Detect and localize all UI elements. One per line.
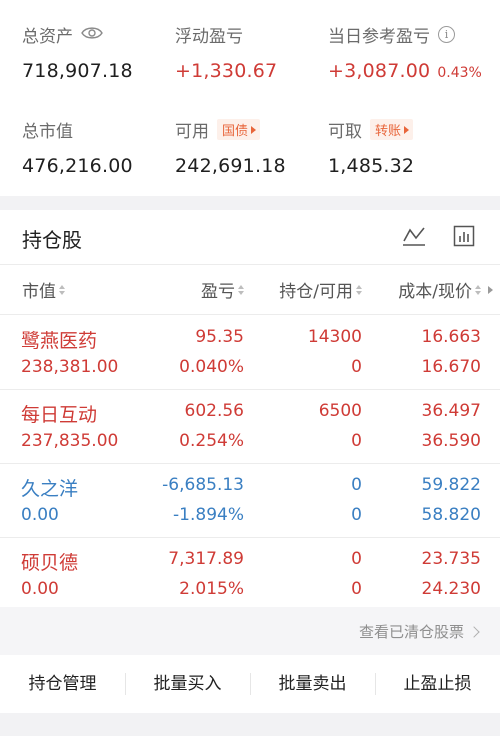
sort-icon bbox=[238, 284, 244, 295]
transfer-tag-label: 转账 bbox=[375, 124, 402, 139]
treasury-bond-tag-label: 国债 bbox=[222, 124, 249, 139]
divider bbox=[0, 264, 500, 265]
holding-row[interactable]: 每日互动 237,835.00 602.56 0.254% 6500 0 36.… bbox=[0, 389, 500, 463]
stock-pl: 7,317.89 bbox=[168, 549, 244, 569]
stock-avail-qty: 0 bbox=[351, 579, 362, 599]
bar-chart-icon[interactable] bbox=[452, 224, 476, 248]
stock-avail-qty: 0 bbox=[351, 431, 362, 451]
today-pl-percent: 0.43% bbox=[437, 65, 482, 81]
total-assets: 总资产 718,907.18 bbox=[22, 22, 133, 82]
withdrawable-value: 1,485.32 bbox=[328, 155, 415, 177]
available-funds: 可用 国债 242,691.18 bbox=[175, 117, 286, 177]
stock-cost: 59.822 bbox=[421, 475, 481, 495]
column-header-market-value[interactable]: 市值 bbox=[22, 277, 65, 302]
account-summary: 总资产 718,907.18 浮动盈亏 +1,330.67 当日参考盈亏 i +… bbox=[0, 0, 500, 196]
holding-row[interactable]: 硕贝德 0.00 7,317.89 2.015% 0 0 23.735 24.2… bbox=[0, 537, 500, 611]
caret-right-icon bbox=[251, 125, 257, 134]
stock-name: 每日互动 bbox=[21, 404, 98, 426]
floating-pl-value: +1,330.67 bbox=[175, 60, 278, 82]
treasury-bond-tag[interactable]: 国债 bbox=[217, 119, 261, 140]
stock-pl-percent: 0.040% bbox=[179, 357, 244, 377]
eye-icon[interactable] bbox=[81, 25, 103, 45]
holding-row[interactable]: 鹭燕医药 238,381.00 95.35 0.040% 14300 0 16.… bbox=[0, 315, 500, 389]
holding-row[interactable]: 久之洋 0.00 -6,685.13 -1.894% 0 0 59.822 58… bbox=[0, 463, 500, 537]
transfer-tag[interactable]: 转账 bbox=[370, 119, 414, 140]
chevron-right-icon bbox=[468, 625, 480, 638]
total-assets-label: 总资产 bbox=[22, 27, 73, 47]
sort-icon bbox=[59, 284, 65, 295]
stock-name: 久之洋 bbox=[21, 478, 79, 500]
manage-holdings-button[interactable]: 持仓管理 bbox=[0, 655, 125, 713]
market-value-value: 476,216.00 bbox=[22, 155, 133, 177]
scroll-columns-right-icon[interactable] bbox=[488, 286, 493, 294]
stock-market-value: 0.00 bbox=[21, 579, 59, 599]
holdings-title: 持仓股 bbox=[22, 228, 82, 252]
stock-name: 鹭燕医药 bbox=[21, 330, 98, 352]
line-chart-icon[interactable] bbox=[402, 224, 426, 248]
market-value-label: 总市值 bbox=[22, 122, 73, 142]
action-bar: 持仓管理 批量买入 批量卖出 止盈止损 bbox=[0, 655, 500, 713]
stock-hold-qty: 6500 bbox=[318, 401, 362, 421]
stock-avail-qty: 0 bbox=[351, 357, 362, 377]
stock-name: 硕贝德 bbox=[21, 552, 79, 574]
info-icon[interactable]: i bbox=[438, 26, 455, 43]
stock-price: 58.820 bbox=[421, 505, 481, 525]
available-label: 可用 bbox=[175, 122, 209, 142]
stock-market-value: 238,381.00 bbox=[21, 357, 119, 377]
caret-right-icon bbox=[404, 125, 410, 134]
floating-pl-label: 浮动盈亏 bbox=[175, 27, 243, 47]
stock-pl: -6,685.13 bbox=[162, 475, 244, 495]
holdings-panel: 持仓股 市值 盈亏 持仓/可用 成本/现价 鹭燕医药 238,381.00 95… bbox=[0, 210, 500, 607]
stock-pl-percent: 0.254% bbox=[179, 431, 244, 451]
total-assets-value: 718,907.18 bbox=[22, 60, 133, 82]
stock-price: 24.230 bbox=[421, 579, 481, 599]
stock-cost: 16.663 bbox=[421, 327, 481, 347]
column-header-hold-avail-label: 持仓/可用 bbox=[279, 282, 353, 302]
cleared-stocks-bar: 查看已清仓股票 bbox=[0, 607, 500, 655]
column-header-pl-label: 盈亏 bbox=[201, 282, 235, 302]
today-pl-value: +3,087.00 bbox=[328, 60, 431, 82]
available-value: 242,691.18 bbox=[175, 155, 286, 177]
batch-sell-button[interactable]: 批量卖出 bbox=[250, 655, 375, 713]
stock-hold-qty: 0 bbox=[351, 475, 362, 495]
sort-icon bbox=[475, 284, 481, 295]
stock-hold-qty: 0 bbox=[351, 549, 362, 569]
today-pl-label: 当日参考盈亏 bbox=[328, 27, 430, 47]
stock-cost: 36.497 bbox=[421, 401, 481, 421]
stock-cost: 23.735 bbox=[421, 549, 481, 569]
withdrawable-label: 可取 bbox=[328, 122, 362, 142]
batch-buy-button[interactable]: 批量买入 bbox=[125, 655, 250, 713]
stock-pl-percent: -1.894% bbox=[173, 505, 244, 525]
stock-hold-qty: 14300 bbox=[307, 327, 362, 347]
view-cleared-stocks-label: 查看已清仓股票 bbox=[358, 623, 464, 641]
column-header-hold-avail[interactable]: 持仓/可用 bbox=[279, 277, 362, 302]
stock-market-value: 0.00 bbox=[21, 505, 59, 525]
column-header-market-value-label: 市值 bbox=[22, 282, 56, 302]
stop-profit-loss-button[interactable]: 止盈止损 bbox=[375, 655, 500, 713]
stock-pl: 602.56 bbox=[184, 401, 244, 421]
stock-price: 16.670 bbox=[421, 357, 481, 377]
floating-pl: 浮动盈亏 +1,330.67 bbox=[175, 22, 277, 82]
column-header-pl[interactable]: 盈亏 bbox=[201, 277, 244, 302]
column-header-cost-price[interactable]: 成本/现价 bbox=[398, 277, 481, 302]
stock-pl: 95.35 bbox=[195, 327, 244, 347]
market-value: 总市值 476,216.00 bbox=[22, 117, 133, 177]
sort-icon bbox=[356, 284, 362, 295]
stock-price: 36.590 bbox=[421, 431, 481, 451]
stock-pl-percent: 2.015% bbox=[179, 579, 244, 599]
column-header-cost-price-label: 成本/现价 bbox=[398, 282, 472, 302]
withdrawable-funds: 可取 转账 1,485.32 bbox=[328, 117, 414, 177]
today-pl: 当日参考盈亏 i +3,087.00 0.43% bbox=[328, 22, 482, 82]
stock-avail-qty: 0 bbox=[351, 505, 362, 525]
stock-market-value: 237,835.00 bbox=[21, 431, 119, 451]
view-cleared-stocks-link[interactable]: 查看已清仓股票 bbox=[358, 621, 480, 642]
